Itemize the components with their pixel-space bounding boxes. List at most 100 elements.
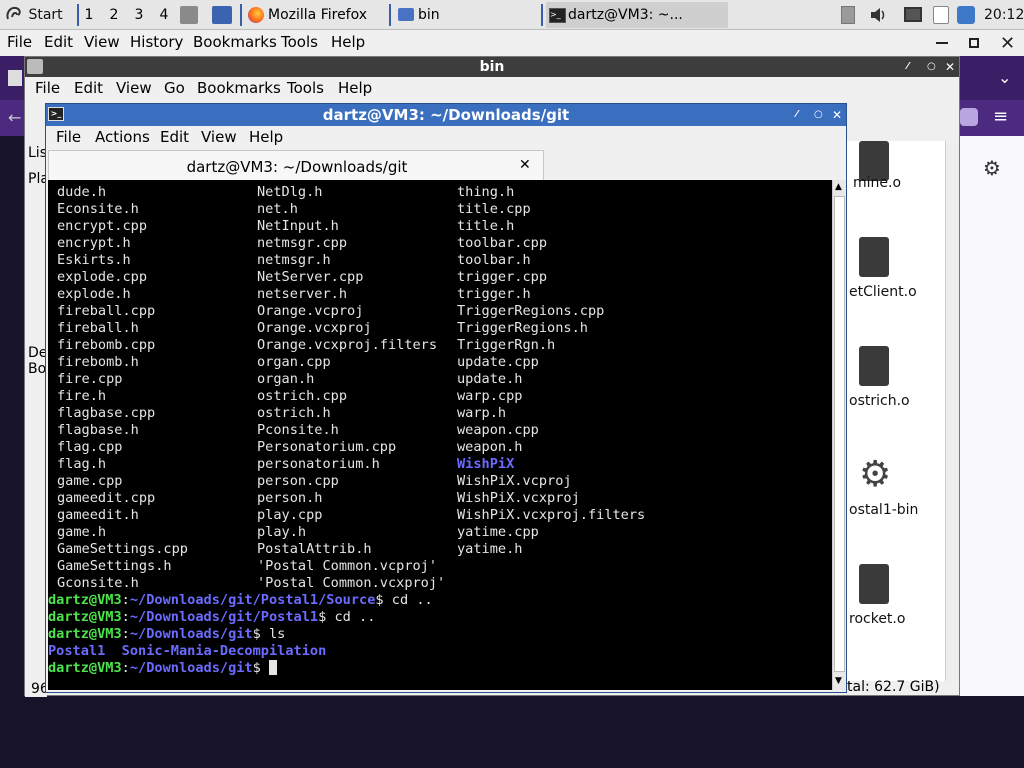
scroll-up-arrow-icon[interactable]: ▲: [835, 182, 842, 192]
maximize-icon[interactable]: ○: [814, 104, 823, 126]
firefox-tab-icon[interactable]: [8, 70, 22, 86]
terminal-titlebar[interactable]: dartz@VM3: ~/Downloads/git >_ ⁄ ○ ✕: [46, 104, 846, 126]
task-bin[interactable]: bin: [396, 2, 558, 28]
task-firefox[interactable]: Mozilla Firefox: [246, 2, 408, 28]
hamburger-menu-icon[interactable]: ≡: [993, 106, 1008, 127]
notes-tray-icon[interactable]: [933, 6, 949, 24]
ls-entry: toolbar.h: [457, 252, 531, 268]
firefox-menu-bookmarks[interactable]: Bookmarks: [193, 33, 277, 51]
workspace-4[interactable]: 4: [154, 5, 174, 25]
ls-entry: weapon.h: [457, 439, 523, 455]
fm-menu-help[interactable]: Help: [338, 79, 372, 97]
file-item[interactable]: mine.o: [847, 141, 959, 211]
volume-icon[interactable]: [869, 7, 887, 23]
minimize-icon[interactable]: ⁄: [796, 104, 798, 126]
maximize-icon[interactable]: ○: [927, 57, 936, 77]
prompt-command: [261, 660, 269, 676]
prompt-path: ~/Downloads/git: [129, 626, 253, 642]
file-item[interactable]: ⚙ ostal1-bin: [847, 455, 959, 525]
quick-launch-desktop-icon[interactable]: [212, 6, 232, 24]
term-menu-help[interactable]: Help: [249, 128, 283, 146]
fm-menu-go[interactable]: Go: [164, 79, 185, 97]
terminal-tab[interactable]: dartz@VM3: ~/Downloads/git ✕: [48, 150, 544, 180]
settings-gear-icon[interactable]: ⚙: [983, 156, 1001, 180]
side-fragment[interactable]: Bo: [28, 361, 46, 377]
file-manager-app-icon[interactable]: [27, 59, 43, 74]
workspace-2[interactable]: 2: [104, 5, 124, 25]
firefox-icon: [248, 7, 264, 23]
ls-entry: gameedit.cpp: [57, 490, 156, 506]
file-name: ostal1-bin: [849, 502, 919, 518]
minimize-icon[interactable]: ⁄: [907, 57, 909, 77]
network-monitor-icon[interactable]: [904, 7, 922, 22]
fm-menu-file[interactable]: File: [35, 79, 60, 97]
file-item[interactable]: ostrich.o: [847, 346, 959, 416]
restore-icon[interactable]: [969, 38, 979, 48]
taskbar-separator: [541, 4, 543, 26]
prompt-line: dartz@VM3:~/Downloads/git/Postal1/Source…: [48, 592, 433, 608]
firefox-menu-help[interactable]: Help: [331, 33, 365, 51]
ls-entry: TriggerRegions.h: [457, 320, 588, 336]
fm-menu-tools[interactable]: Tools: [287, 79, 324, 97]
ls-output-line: Postal1 Sonic-Mania-Decompilation: [48, 643, 326, 660]
term-menu-file[interactable]: File: [56, 128, 81, 146]
ls-entry: gameedit.h: [57, 507, 139, 523]
tab-close-icon[interactable]: ✕: [519, 157, 531, 173]
quick-launch-file-manager-icon[interactable]: [180, 6, 198, 24]
terminal-icon: >_: [549, 8, 566, 23]
file-grid-scrollbar[interactable]: [945, 141, 959, 681]
ls-entry: trigger.cpp: [457, 269, 548, 285]
file-item[interactable]: etClient.o: [847, 237, 959, 307]
ls-entry: WishPiX.vcxproj.filters: [457, 507, 646, 523]
workspace-1[interactable]: 1: [79, 5, 99, 25]
firefox-menu-file[interactable]: File: [7, 33, 32, 51]
minimize-icon[interactable]: [936, 42, 948, 44]
clock[interactable]: 20:12: [984, 0, 1024, 30]
term-menu-edit[interactable]: Edit: [160, 128, 189, 146]
start-button[interactable]: Start: [4, 0, 63, 30]
firefox-menu-tools[interactable]: Tools: [281, 33, 318, 51]
term-menu-actions[interactable]: Actions: [95, 128, 150, 146]
ls-entry: NetInput.h: [257, 218, 339, 234]
taskbar: Start 1 2 3 4 Mozilla Firefox bin >_ dar…: [0, 0, 1024, 30]
ls-entry: person.cpp: [257, 473, 339, 489]
terminal-screen[interactable]: dude.h Econsite.h encrypt.cpp encrypt.h Eski…: [48, 180, 832, 690]
start-icon: [6, 6, 21, 20]
task-terminal[interactable]: >_ dartz@VM3: ~...: [546, 2, 728, 28]
file-manager-titlebar[interactable]: bin ⁄ ○ ✕: [25, 57, 959, 77]
workspace-3[interactable]: 3: [129, 5, 149, 25]
prompt-command: cd ..: [383, 592, 433, 608]
scroll-down-arrow-icon[interactable]: ▼: [835, 676, 842, 686]
ls-entry: warp.cpp: [457, 388, 523, 404]
file-item[interactable]: rocket.o: [847, 564, 959, 634]
close-icon[interactable]: ✕: [945, 57, 955, 77]
current-prompt-line[interactable]: dartz@VM3:~/Downloads/git$: [48, 660, 277, 677]
firefox-menu-edit[interactable]: Edit: [44, 33, 73, 51]
terminal-app-icon[interactable]: >_: [48, 107, 64, 121]
terminal-scrollbar[interactable]: ▲ ▼: [832, 180, 846, 690]
firefox-menu-history[interactable]: History: [130, 33, 183, 51]
scrollbar-thumb[interactable]: [834, 196, 845, 672]
ls-entry: Eskirts.h: [57, 252, 131, 268]
ls-entry: netmsgr.cpp: [257, 235, 348, 251]
fm-menu-view[interactable]: View: [116, 79, 152, 97]
firefox-content: ⚙: [960, 136, 1024, 696]
close-icon[interactable]: ✕: [832, 104, 842, 126]
update-tray-icon[interactable]: [957, 6, 975, 24]
back-arrow-icon[interactable]: ←: [8, 108, 21, 127]
close-icon[interactable]: ✕: [1000, 33, 1015, 54]
dir-entry: Postal1: [48, 643, 106, 659]
status-right: tal: 62.7 GiB): [847, 679, 940, 695]
firefox-menu-view[interactable]: View: [84, 33, 120, 51]
chevron-down-icon[interactable]: ⌄: [998, 68, 1011, 87]
ls-entry: fire.h: [57, 388, 107, 404]
ls-column-2: NetDlg.h net.h NetInput.h netmsgr.cpp netmsg…: [257, 184, 445, 592]
ublock-shield-icon[interactable]: [960, 108, 978, 126]
ls-entry: netserver.h: [257, 286, 348, 302]
clipboard-tray-icon[interactable]: [841, 6, 855, 24]
firefox-menubar: File Edit View History Bookmarks Tools H…: [0, 30, 1024, 56]
ls-entry: organ.h: [257, 371, 315, 387]
fm-menu-bookmarks[interactable]: Bookmarks: [197, 79, 281, 97]
fm-menu-edit[interactable]: Edit: [74, 79, 103, 97]
term-menu-view[interactable]: View: [201, 128, 237, 146]
